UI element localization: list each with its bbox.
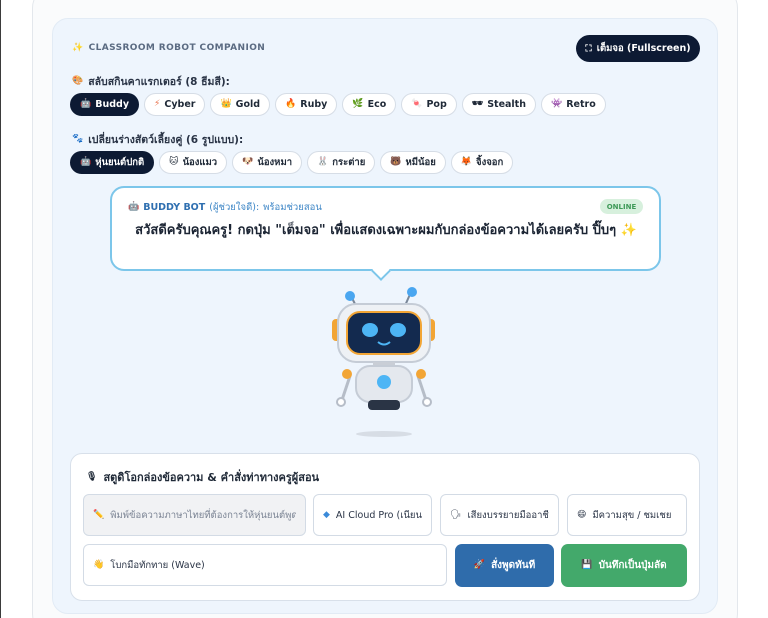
skin-chip-pop[interactable]: 🍬 Pop <box>401 93 457 116</box>
chip-label: Retro <box>566 99 596 110</box>
message-studio-title-text: สตูดิโอกล่องข้อความ & คำสั่งท่าทางครูผู้… <box>103 471 320 484</box>
sparkle-icon: ✨ <box>72 42 84 53</box>
skin-chip-cyber[interactable]: ⚡ Cyber <box>144 93 206 116</box>
fullscreen-label: เต็มจอ (Fullscreen) <box>596 43 691 54</box>
smile-icon: 😄 <box>577 509 587 520</box>
bubble-header: 🤖 BUDDY BOT (ผู้ช่วยใจดี): พร้อมช่วยสอน <box>128 200 322 215</box>
bot-name: BUDDY BOT <box>143 202 206 213</box>
voice-engine-value: AI Cloud Pro (เนียน) <box>335 509 422 521</box>
app-title-text: CLASSROOM ROBOT COMPANION <box>88 43 266 53</box>
robot-icon: 🤖 <box>80 157 92 167</box>
robot-illustration <box>332 287 435 437</box>
chip-label: กระต่าย <box>332 157 366 168</box>
speak-now-button[interactable]: 🚀 สั่งพูดทันที <box>455 544 554 587</box>
rocket-icon: 🚀 <box>473 560 486 570</box>
fox-icon: 🦊 <box>460 157 473 167</box>
chip-label: Stealth <box>487 99 526 110</box>
chip-label: น้องแมว <box>182 157 218 168</box>
message-studio-title: 🎙 สตูดิโอกล่องข้อความ & คำสั่งท่าทางครูผ… <box>86 468 319 486</box>
gesture-select[interactable]: 👋 โบกมือทักทาย (Wave) <box>83 544 447 586</box>
waving-hand-icon: 👋 <box>93 559 105 570</box>
robot-icon: 🤖 <box>80 99 92 109</box>
speak-now-label: สั่งพูดทันที <box>491 560 536 571</box>
skin-chip-gold[interactable]: 👑 Gold <box>210 93 271 116</box>
bear-icon: 🐻 <box>390 157 402 167</box>
robot-icon: 🤖 <box>128 202 140 212</box>
save-shortcut-label: บันทึกเป็นปุ่มลัด <box>598 560 667 571</box>
voice-style-value: เสียงบรรยายมืออาชีพ <box>467 509 549 521</box>
pet-form-chips: 🤖 หุ่นยนต์ปกติ 🐱 น้องแมว 🐶 น้องหมา 🐰 กระ… <box>70 151 514 174</box>
antenna-left <box>345 291 355 301</box>
voice-style-select[interactable]: 🗣 เสียงบรรยายมืออาชีพ <box>440 494 559 536</box>
chip-label: Buddy <box>95 99 130 110</box>
invader-icon: 👾 <box>551 99 563 109</box>
rabbit-icon: 🐰 <box>317 157 329 167</box>
bot-role: (ผู้ช่วยใจดี): <box>209 202 260 213</box>
skin-chip-eco[interactable]: 🌿 Eco <box>342 93 397 116</box>
robot-mascot[interactable] <box>320 282 450 442</box>
chip-label: Gold <box>235 99 261 110</box>
chip-label: Pop <box>426 99 447 110</box>
bot-status: พร้อมช่วยสอน <box>263 202 322 213</box>
crown-icon: 👑 <box>220 99 232 109</box>
emotion-select[interactable]: 😄 มีความสุข / ชมเชย <box>567 494 687 536</box>
character-skin-chips: 🤖 Buddy ⚡ Cyber 👑 Gold 🔥 Ruby 🌿 Eco 🍬 Po… <box>70 93 606 116</box>
skin-chip-retro[interactable]: 👾 Retro <box>541 93 606 116</box>
floppy-disk-icon: 💾 <box>581 560 593 570</box>
skin-chip-stealth[interactable]: 🕶 Stealth <box>461 93 536 116</box>
pet-chip-cat[interactable]: 🐱 น้องแมว <box>159 151 228 174</box>
microphone-icon: 🎙 <box>86 471 98 482</box>
bubble-message: สวัสดีครับคุณครู! กดปุ่ม "เต็มจอ" เพื่อแ… <box>135 223 637 238</box>
dog-icon: 🐶 <box>242 157 254 167</box>
pet-chip-rabbit[interactable]: 🐰 กระต่าย <box>307 151 376 174</box>
chip-label: Ruby <box>300 99 328 110</box>
palette-icon: 🎨 <box>72 76 84 86</box>
fullscreen-button[interactable]: ⛶ เต็มจอ (Fullscreen) <box>576 35 700 62</box>
paw-icon: 🐾 <box>72 134 84 144</box>
leaf-icon: 🌿 <box>352 99 364 109</box>
pet-form-label-text: เปลี่ยนร่างสัตว์เลี้ยงคู่ (6 รูปแบบ): <box>88 134 244 146</box>
online-badge: ONLINE <box>600 199 643 214</box>
pencil-icon: ✏️ <box>93 509 105 520</box>
message-input-placeholder: พิมพ์ข้อความภาษาไทยที่ต้องการให้หุ่นยนต์… <box>110 509 296 521</box>
robot-face-screen <box>346 311 422 355</box>
window-edge <box>0 0 1 618</box>
pet-form-label: 🐾 เปลี่ยนร่างสัตว์เลี้ยงคู่ (6 รูปแบบ): <box>72 131 243 148</box>
pet-chip-dog[interactable]: 🐶 น้องหมา <box>232 151 303 174</box>
robot-core-light <box>377 375 391 389</box>
chip-label: น้องหมา <box>257 157 293 168</box>
expand-icon: ⛶ <box>585 43 592 54</box>
save-shortcut-button[interactable]: 💾 บันทึกเป็นปุ่มลัด <box>561 544 687 587</box>
antenna-right <box>407 287 417 297</box>
emotion-value: มีความสุข / ชมเชย <box>592 509 672 521</box>
voice-engine-select[interactable]: ◆ AI Cloud Pro (เนียน) <box>313 494 432 536</box>
pet-chip-fox[interactable]: 🦊 จิ้งจอก <box>450 151 514 174</box>
chip-label: หมีน้อย <box>405 157 436 168</box>
message-input[interactable]: ✏️ พิมพ์ข้อความภาษาไทยที่ต้องการให้หุ่นย… <box>83 494 306 536</box>
mask-icon: 🕶 <box>471 99 484 109</box>
app-title: ✨ CLASSROOM ROBOT COMPANION <box>72 43 265 53</box>
cat-icon: 🐱 <box>169 157 179 167</box>
speaking-head-icon: 🗣 <box>450 509 462 520</box>
chip-label: Cyber <box>164 99 196 110</box>
character-skin-label-text: สลับสกินคาแรกเตอร์ (8 ธีมสี): <box>88 76 230 88</box>
robot-eye-right <box>390 323 406 337</box>
chip-label: จิ้งจอก <box>476 157 504 168</box>
diamond-icon: ◆ <box>323 509 330 520</box>
chip-label: หุ่นยนต์ปกติ <box>95 157 145 168</box>
skin-chip-buddy[interactable]: 🤖 Buddy <box>70 93 140 116</box>
flame-icon: 🔥 <box>285 99 297 109</box>
character-skin-label: 🎨 สลับสกินคาแรกเตอร์ (8 ธีมสี): <box>72 73 230 90</box>
lightning-icon: ⚡ <box>154 99 161 109</box>
pet-chip-robot[interactable]: 🤖 หุ่นยนต์ปกติ <box>70 151 155 174</box>
pet-chip-bear[interactable]: 🐻 หมีน้อย <box>380 151 446 174</box>
chip-label: Eco <box>367 99 387 110</box>
robot-eye-left <box>362 323 378 337</box>
candy-icon: 🍬 <box>411 99 423 109</box>
gesture-value: โบกมือทักทาย (Wave) <box>110 559 205 571</box>
skin-chip-ruby[interactable]: 🔥 Ruby <box>275 93 338 116</box>
